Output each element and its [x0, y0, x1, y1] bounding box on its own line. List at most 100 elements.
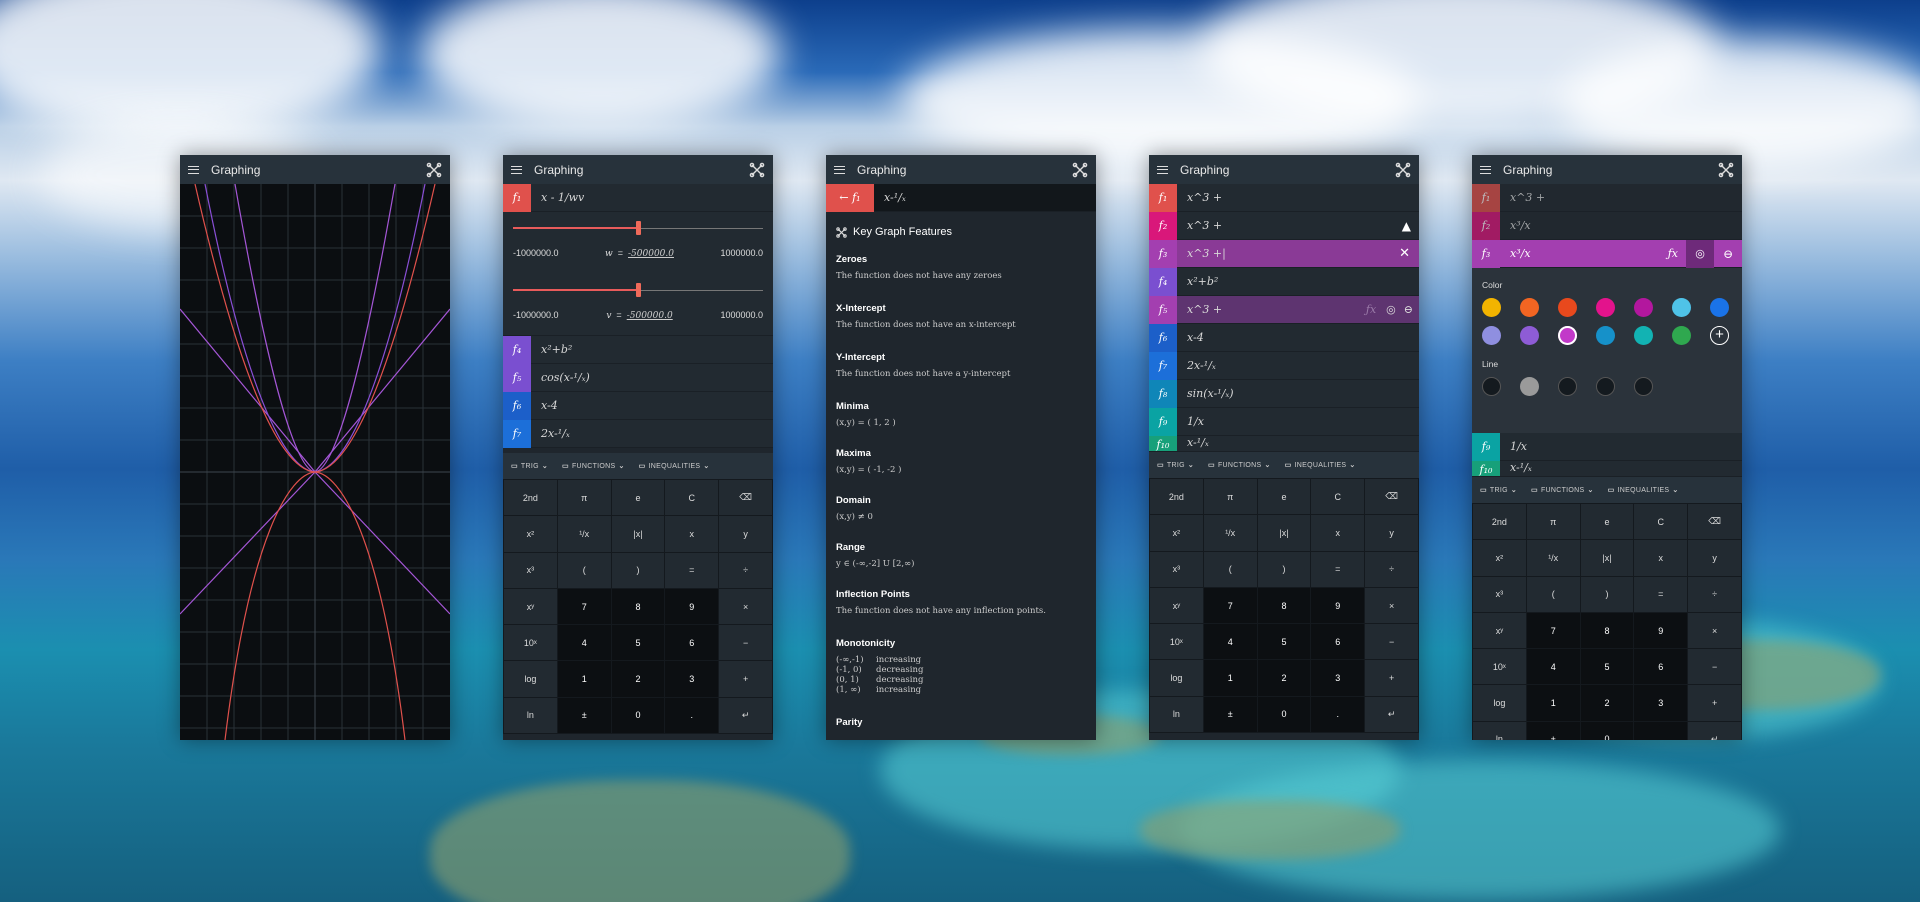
graph-canvas[interactable] — [180, 184, 450, 740]
color-swatch[interactable] — [1482, 298, 1501, 317]
function-input[interactable]: x^3 +| — [1187, 247, 1399, 260]
key[interactable]: ( — [1203, 551, 1257, 587]
key[interactable]: − — [1688, 649, 1741, 685]
key[interactable]: ⌫ — [1688, 504, 1741, 540]
inequalities-menu[interactable]: ▭ INEQUALITIES ⌄ — [639, 462, 710, 471]
hamburger-menu-icon[interactable] — [834, 165, 845, 174]
key[interactable]: 1 — [557, 661, 611, 697]
key[interactable]: y — [719, 516, 772, 552]
slider-v[interactable]: -1000000.0 v = -500000.0 1000000.0 — [503, 274, 773, 336]
function-row[interactable]: f₈ sin(x-¹/ₓ) — [1149, 379, 1419, 408]
key[interactable]: C — [665, 480, 719, 516]
key[interactable]: × — [1688, 612, 1741, 649]
function-row[interactable]: f₂ x^3 + ▲ — [1149, 211, 1419, 240]
functions-menu[interactable]: ▭ FUNCTIONS ⌄ — [562, 462, 625, 471]
function-expression[interactable]: x-¹/ₓ — [1510, 461, 1532, 474]
key[interactable]: . — [1311, 696, 1365, 733]
color-swatch[interactable] — [1672, 326, 1691, 345]
function-expression[interactable]: x³/x — [1510, 219, 1531, 232]
function-expression[interactable]: x³/x — [1510, 247, 1668, 260]
key[interactable]: y — [1688, 540, 1741, 576]
key[interactable]: 5 — [1257, 624, 1311, 660]
function-expression[interactable]: x²+b² — [1187, 275, 1218, 288]
key[interactable]: 2 — [611, 661, 665, 697]
key[interactable]: 7 — [1526, 612, 1580, 649]
color-swatch[interactable] — [1634, 298, 1653, 317]
function-row[interactable]: f₄ x²+b² — [503, 335, 773, 364]
key[interactable]: |x| — [1257, 515, 1311, 551]
key[interactable]: 1 — [1526, 685, 1580, 721]
function-expression[interactable]: 2x-¹/ₓ — [1187, 359, 1216, 372]
key[interactable]: ÷ — [1688, 576, 1741, 612]
function-expression[interactable]: 2x-¹/ₓ — [541, 427, 570, 440]
key[interactable]: ÷ — [1365, 551, 1418, 587]
key[interactable]: ↵ — [1365, 696, 1418, 733]
function-expression[interactable]: cos(x-¹/ₓ) — [541, 371, 590, 384]
key[interactable]: × — [719, 588, 772, 625]
key[interactable]: + — [719, 661, 772, 697]
key[interactable]: x² — [1150, 515, 1203, 551]
warning-icon[interactable]: ▲ — [1402, 219, 1411, 233]
key[interactable]: 5 — [1580, 649, 1634, 685]
key[interactable]: ± — [1203, 696, 1257, 733]
function-row-editing[interactable]: f₃ x^3 +| ✕ — [1149, 239, 1419, 268]
key[interactable]: 8 — [611, 588, 665, 625]
key[interactable]: 0 — [611, 697, 665, 734]
functions-menu[interactable]: ▭ FUNCTIONS ⌄ — [1531, 486, 1594, 495]
function-row[interactable]: f₄ x²+b² — [1149, 267, 1419, 296]
function-row[interactable]: f₁ x^3 + — [1149, 183, 1419, 212]
key[interactable]: xʸ — [1473, 612, 1526, 649]
key[interactable]: = — [1311, 551, 1365, 587]
function-analysis-icon[interactable]: ƒx — [1668, 247, 1678, 260]
key[interactable]: 2nd — [504, 480, 557, 516]
function-expression[interactable]: x^3 + — [1510, 191, 1545, 204]
key[interactable]: x — [1634, 540, 1688, 576]
key[interactable]: xʸ — [504, 588, 557, 625]
color-swatch[interactable] — [1672, 298, 1691, 317]
key[interactable]: xʸ — [1150, 587, 1203, 624]
inequalities-menu[interactable]: ▭ INEQUALITIES ⌄ — [1608, 486, 1679, 495]
key[interactable]: + — [1688, 685, 1741, 721]
add-color-icon[interactable]: + — [1710, 326, 1729, 345]
graph-mode-icon[interactable] — [1395, 162, 1411, 178]
function-row[interactable]: f₅ cos(x-¹/ₓ) — [503, 363, 773, 392]
key[interactable]: x — [1311, 515, 1365, 551]
key[interactable]: ln — [1150, 696, 1203, 733]
line-style-dashed[interactable] — [1558, 377, 1577, 396]
key[interactable]: 5 — [611, 625, 665, 661]
key[interactable]: ( — [1526, 576, 1580, 612]
key[interactable]: 3 — [665, 661, 719, 697]
key[interactable]: 0 — [1257, 696, 1311, 733]
key[interactable]: − — [719, 625, 772, 661]
key[interactable]: ¹/x — [557, 516, 611, 552]
function-expression[interactable]: x-¹/ₓ — [1187, 436, 1209, 449]
key[interactable]: π — [1203, 479, 1257, 515]
key[interactable]: |x| — [1580, 540, 1634, 576]
key[interactable]: = — [665, 552, 719, 588]
function-row[interactable]: f₉ 1/x — [1149, 407, 1419, 436]
key[interactable]: ↵ — [719, 697, 772, 734]
key[interactable]: x² — [504, 516, 557, 552]
key[interactable]: π — [1526, 504, 1580, 540]
key[interactable]: ⌫ — [719, 480, 772, 516]
key[interactable]: x³ — [1473, 576, 1526, 612]
line-style-dotted[interactable] — [1596, 377, 1615, 396]
key[interactable]: 7 — [557, 588, 611, 625]
key[interactable]: 4 — [1526, 649, 1580, 685]
key[interactable]: 7 — [1203, 587, 1257, 624]
trig-menu[interactable]: ▭ TRIG ⌄ — [1157, 461, 1194, 470]
key[interactable]: × — [1365, 587, 1418, 624]
key[interactable]: log — [504, 661, 557, 697]
back-button[interactable]: ← f₁ — [826, 183, 874, 212]
function-row[interactable]: f₇ 2x-¹/ₓ — [1149, 351, 1419, 380]
palette-icon[interactable]: ◎ — [1686, 239, 1714, 268]
key[interactable]: ) — [1580, 576, 1634, 612]
key[interactable]: ) — [611, 552, 665, 588]
line-style-selected[interactable] — [1520, 377, 1539, 396]
function-row[interactable]: f₁₀ x-¹/ₓ — [1472, 461, 1742, 477]
function-expression[interactable]: x^3 + — [1187, 219, 1402, 232]
function-expression[interactable]: 1/x — [1510, 440, 1527, 453]
key[interactable]: 3 — [1311, 660, 1365, 696]
key[interactable]: |x| — [611, 516, 665, 552]
function-row-selected[interactable]: f₃ x³/x ƒx ◎ ⊖ — [1472, 239, 1742, 268]
